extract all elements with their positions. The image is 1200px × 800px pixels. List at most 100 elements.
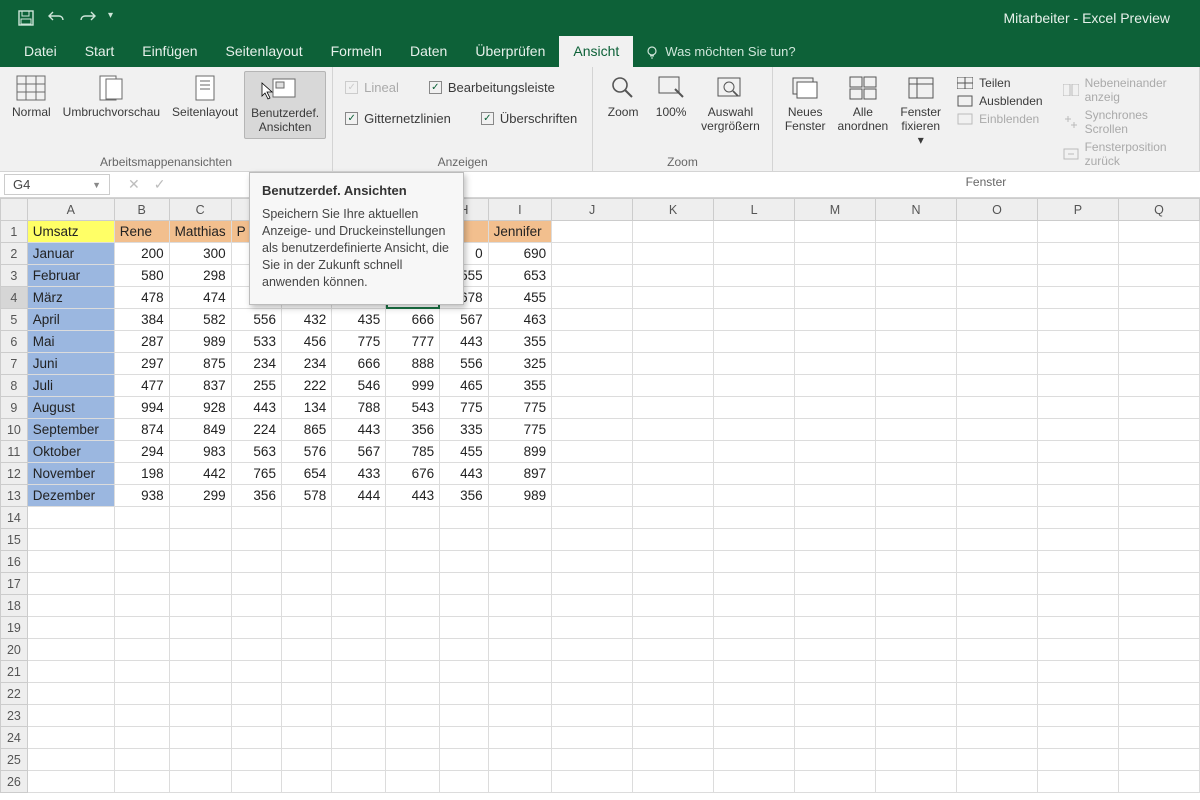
row-header-3[interactable]: 3 bbox=[1, 265, 28, 287]
cell-C22[interactable] bbox=[169, 683, 231, 705]
cell-D10[interactable]: 224 bbox=[231, 419, 281, 441]
cell-O10[interactable] bbox=[956, 419, 1037, 441]
cell-Q2[interactable] bbox=[1118, 243, 1199, 265]
cell-L17[interactable] bbox=[714, 573, 795, 595]
cell-N21[interactable] bbox=[876, 661, 957, 683]
cell-L1[interactable] bbox=[714, 221, 795, 243]
cell-G6[interactable]: 777 bbox=[386, 331, 440, 353]
col-header-Q[interactable]: Q bbox=[1118, 199, 1199, 221]
cell-B16[interactable] bbox=[114, 551, 169, 573]
cell-O14[interactable] bbox=[956, 507, 1037, 529]
cell-P3[interactable] bbox=[1037, 265, 1118, 287]
row-header-6[interactable]: 6 bbox=[1, 331, 28, 353]
cell-Q9[interactable] bbox=[1118, 397, 1199, 419]
cell-I21[interactable] bbox=[488, 661, 552, 683]
cell-A12[interactable]: November bbox=[27, 463, 114, 485]
cell-L13[interactable] bbox=[714, 485, 795, 507]
cell-O26[interactable] bbox=[956, 771, 1037, 793]
cell-J16[interactable] bbox=[552, 551, 633, 573]
cell-G9[interactable]: 543 bbox=[386, 397, 440, 419]
cell-M17[interactable] bbox=[795, 573, 876, 595]
cell-B6[interactable]: 287 bbox=[114, 331, 169, 353]
cell-H5[interactable]: 567 bbox=[440, 309, 488, 331]
cell-N12[interactable] bbox=[876, 463, 957, 485]
cell-M3[interactable] bbox=[795, 265, 876, 287]
cell-G16[interactable] bbox=[386, 551, 440, 573]
cell-G26[interactable] bbox=[386, 771, 440, 793]
cell-D22[interactable] bbox=[231, 683, 281, 705]
undo-icon[interactable] bbox=[48, 10, 64, 26]
cell-J24[interactable] bbox=[552, 727, 633, 749]
cell-F13[interactable]: 444 bbox=[332, 485, 386, 507]
cell-B5[interactable]: 384 bbox=[114, 309, 169, 331]
cell-D5[interactable]: 556 bbox=[231, 309, 281, 331]
cell-M13[interactable] bbox=[795, 485, 876, 507]
cell-A8[interactable]: Juli bbox=[27, 375, 114, 397]
cell-J15[interactable] bbox=[552, 529, 633, 551]
cell-Q1[interactable] bbox=[1118, 221, 1199, 243]
row-header-20[interactable]: 20 bbox=[1, 639, 28, 661]
cell-O5[interactable] bbox=[956, 309, 1037, 331]
cell-M20[interactable] bbox=[795, 639, 876, 661]
col-header-M[interactable]: M bbox=[795, 199, 876, 221]
cell-L23[interactable] bbox=[714, 705, 795, 727]
cell-J4[interactable] bbox=[552, 287, 633, 309]
cell-B26[interactable] bbox=[114, 771, 169, 793]
cell-E11[interactable]: 576 bbox=[281, 441, 331, 463]
cell-L18[interactable] bbox=[714, 595, 795, 617]
row-header-24[interactable]: 24 bbox=[1, 727, 28, 749]
cell-F23[interactable] bbox=[332, 705, 386, 727]
cell-K3[interactable] bbox=[633, 265, 714, 287]
cell-C8[interactable]: 837 bbox=[169, 375, 231, 397]
cell-Q15[interactable] bbox=[1118, 529, 1199, 551]
cell-A3[interactable]: Februar bbox=[27, 265, 114, 287]
cell-K9[interactable] bbox=[633, 397, 714, 419]
cell-D23[interactable] bbox=[231, 705, 281, 727]
cell-M16[interactable] bbox=[795, 551, 876, 573]
cell-B20[interactable] bbox=[114, 639, 169, 661]
tab-start[interactable]: Start bbox=[71, 36, 129, 67]
cell-H7[interactable]: 556 bbox=[440, 353, 488, 375]
cell-K7[interactable] bbox=[633, 353, 714, 375]
cell-H14[interactable] bbox=[440, 507, 488, 529]
cell-N11[interactable] bbox=[876, 441, 957, 463]
cell-F15[interactable] bbox=[332, 529, 386, 551]
cell-H16[interactable] bbox=[440, 551, 488, 573]
freeze-panes-button[interactable]: Fenster fixieren ▾ bbox=[894, 71, 947, 151]
cell-Q25[interactable] bbox=[1118, 749, 1199, 771]
cell-E16[interactable] bbox=[281, 551, 331, 573]
cell-B4[interactable]: 478 bbox=[114, 287, 169, 309]
split-button[interactable]: Teilen bbox=[953, 75, 1046, 91]
cell-M25[interactable] bbox=[795, 749, 876, 771]
row-header-23[interactable]: 23 bbox=[1, 705, 28, 727]
cell-I8[interactable]: 355 bbox=[488, 375, 552, 397]
cell-Q23[interactable] bbox=[1118, 705, 1199, 727]
cell-Q4[interactable] bbox=[1118, 287, 1199, 309]
row-header-21[interactable]: 21 bbox=[1, 661, 28, 683]
cell-G15[interactable] bbox=[386, 529, 440, 551]
cell-B14[interactable] bbox=[114, 507, 169, 529]
cell-A25[interactable] bbox=[27, 749, 114, 771]
cell-G12[interactable]: 676 bbox=[386, 463, 440, 485]
cell-H15[interactable] bbox=[440, 529, 488, 551]
cell-P26[interactable] bbox=[1037, 771, 1118, 793]
cell-B9[interactable]: 994 bbox=[114, 397, 169, 419]
redo-icon[interactable] bbox=[78, 10, 94, 26]
cell-P21[interactable] bbox=[1037, 661, 1118, 683]
cell-F7[interactable]: 666 bbox=[332, 353, 386, 375]
col-header-N[interactable]: N bbox=[876, 199, 957, 221]
cell-I1[interactable]: Jennifer bbox=[488, 221, 552, 243]
cell-C25[interactable] bbox=[169, 749, 231, 771]
cell-H21[interactable] bbox=[440, 661, 488, 683]
cell-B8[interactable]: 477 bbox=[114, 375, 169, 397]
cell-Q5[interactable] bbox=[1118, 309, 1199, 331]
cell-P23[interactable] bbox=[1037, 705, 1118, 727]
cell-C20[interactable] bbox=[169, 639, 231, 661]
page-break-preview-button[interactable]: Umbruchvorschau bbox=[57, 71, 166, 123]
cell-A10[interactable]: September bbox=[27, 419, 114, 441]
cell-M21[interactable] bbox=[795, 661, 876, 683]
cell-M1[interactable] bbox=[795, 221, 876, 243]
cell-O17[interactable] bbox=[956, 573, 1037, 595]
cell-A11[interactable]: Oktober bbox=[27, 441, 114, 463]
cell-J19[interactable] bbox=[552, 617, 633, 639]
